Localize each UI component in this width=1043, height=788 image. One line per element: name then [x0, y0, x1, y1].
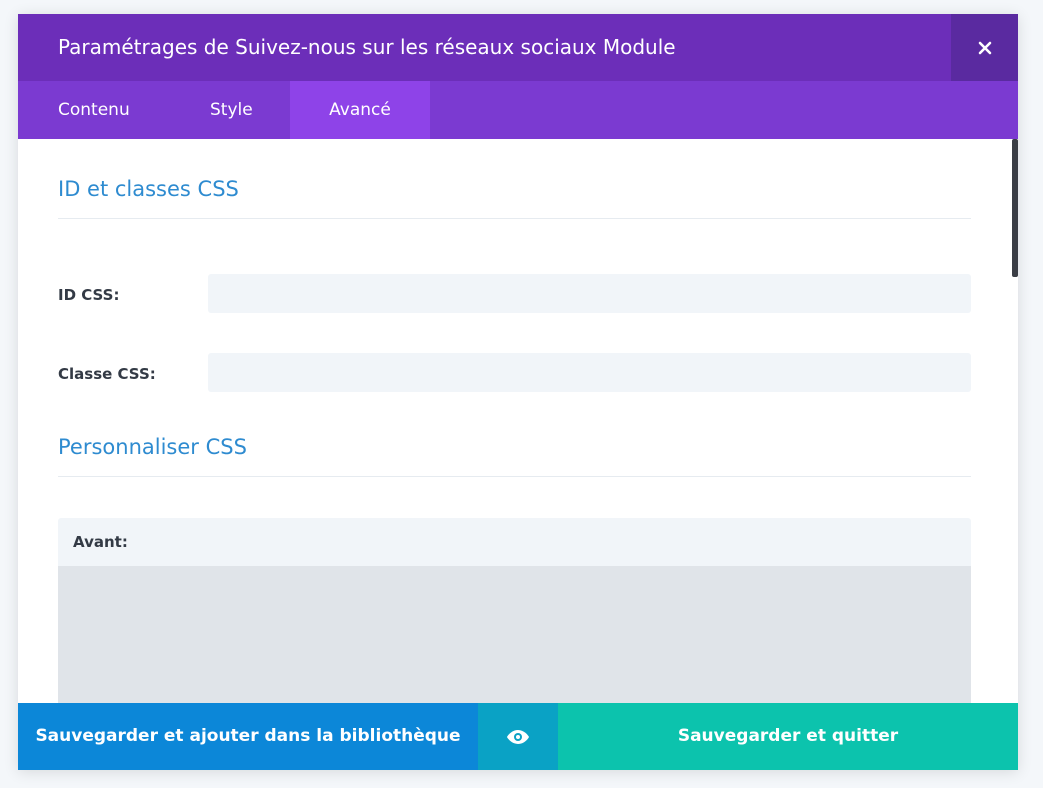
- modal-title: Paramétrages de Suivez-nous sur les rése…: [58, 35, 676, 59]
- close-button[interactable]: [951, 14, 1018, 81]
- css-class-input[interactable]: [208, 353, 971, 392]
- css-class-label: Classe CSS:: [58, 365, 156, 383]
- module-settings-modal: Paramétrages de Suivez-nous sur les rése…: [18, 14, 1018, 770]
- custom-css-before-box: Avant:: [58, 518, 971, 703]
- section-title-custom-css: Personnaliser CSS: [58, 435, 247, 459]
- modal-header: Paramétrages de Suivez-nous sur les rése…: [18, 14, 1018, 81]
- tab-avance[interactable]: Avancé: [290, 81, 430, 139]
- tab-contenu[interactable]: Contenu: [18, 81, 170, 139]
- eye-icon: [507, 729, 529, 744]
- preview-button[interactable]: [478, 703, 558, 770]
- section-divider: [58, 218, 971, 219]
- custom-css-before-editor[interactable]: [58, 566, 971, 703]
- save-and-quit-button[interactable]: Sauvegarder et quitter: [558, 703, 1018, 770]
- settings-tabs: Contenu Style Avancé: [18, 81, 1018, 139]
- save-to-library-button[interactable]: Sauvegarder et ajouter dans la bibliothè…: [18, 703, 478, 770]
- close-icon: [978, 41, 991, 54]
- settings-content: ID et classes CSS ID CSS: Classe CSS: Pe…: [18, 139, 1018, 703]
- custom-css-before-label: Avant:: [58, 518, 971, 566]
- tab-style[interactable]: Style: [170, 81, 290, 139]
- section-title-id-classes: ID et classes CSS: [58, 177, 239, 201]
- scrollbar-thumb[interactable]: [1012, 139, 1018, 277]
- section-divider: [58, 476, 971, 477]
- css-id-label: ID CSS:: [58, 286, 120, 304]
- css-id-input[interactable]: [208, 274, 971, 313]
- modal-footer: Sauvegarder et ajouter dans la bibliothè…: [18, 703, 1018, 770]
